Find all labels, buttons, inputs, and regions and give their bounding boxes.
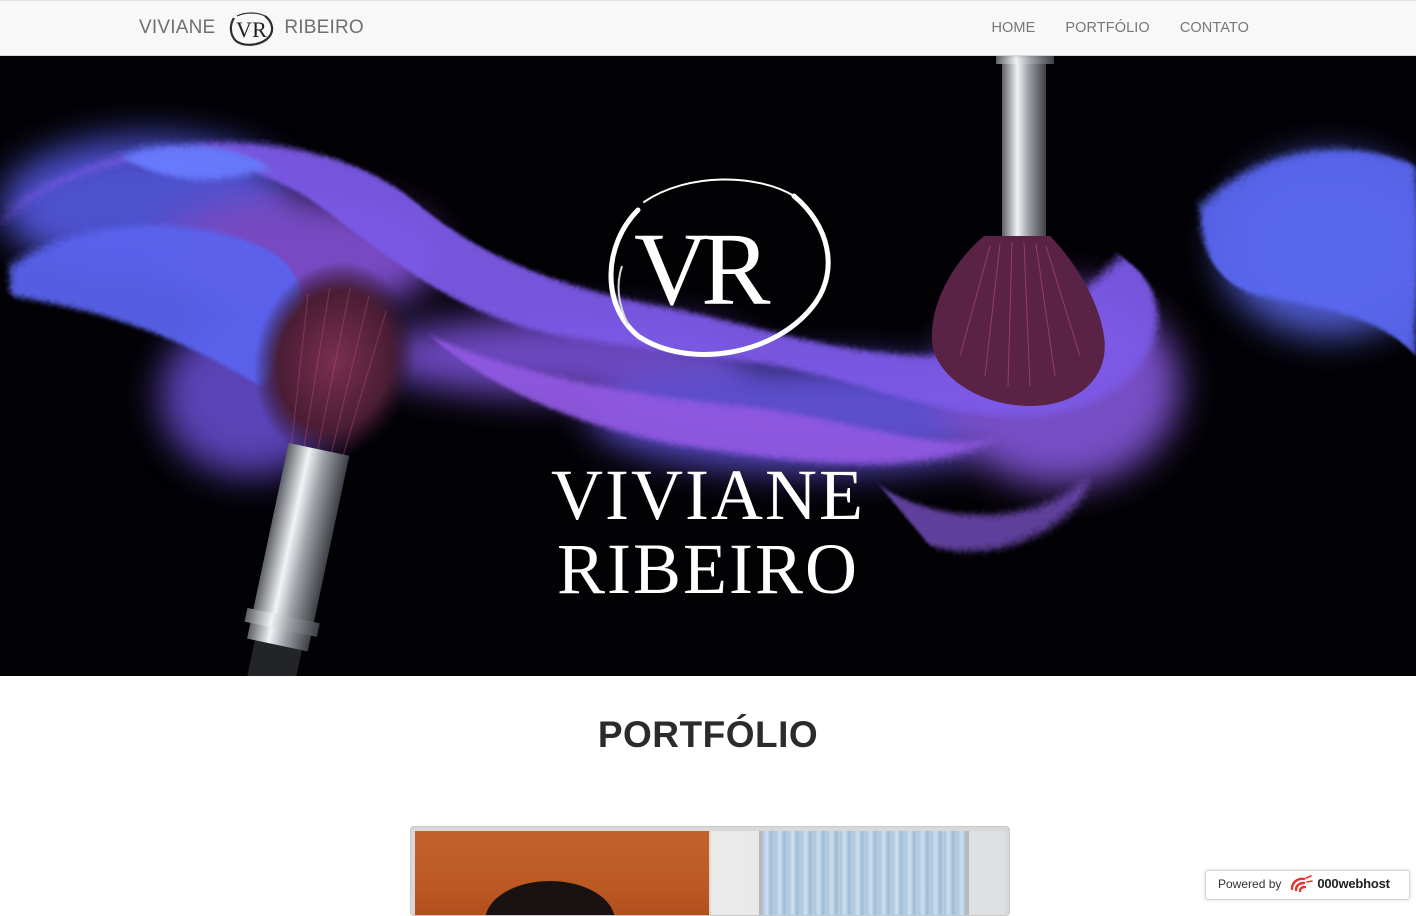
nav-link-home[interactable]: HOME <box>991 20 1035 36</box>
portfolio-image-curtain <box>759 831 969 915</box>
portfolio-image[interactable] <box>415 831 709 915</box>
portfolio-title: PORTFÓLIO <box>597 714 819 755</box>
000webhost-logo-icon <box>1291 874 1314 892</box>
nav-link-contato[interactable]: CONTATO <box>1180 20 1249 36</box>
powered-by-label: Powered by <box>1218 876 1282 891</box>
portfolio-image[interactable] <box>711 831 1005 915</box>
portfolio-image-subject <box>485 881 615 915</box>
hero-name-last: RIBEIRO <box>557 529 859 609</box>
brand-link[interactable]: VIVIANE VR RIBEIRO <box>139 11 364 46</box>
brand-first-name: VIVIANE <box>139 17 216 38</box>
top-navbar: VIVIANE VR RIBEIRO HOME PORTFÓLIO CONTAT… <box>0 0 1416 56</box>
hero-monogram-text: VR <box>634 212 771 327</box>
vr-monogram-large-icon: VR <box>608 178 831 357</box>
hero-banner: VR VIVIANE RIBEIRO <box>0 56 1416 676</box>
powered-by-badge[interactable]: Powered by 000webhost <box>1205 870 1410 900</box>
vr-monogram-icon: VR <box>230 12 274 46</box>
portfolio-gallery <box>410 826 1010 916</box>
right-brush <box>931 56 1105 406</box>
powered-by-host: 000webhost <box>1317 876 1390 891</box>
svg-text:VR: VR <box>236 17 267 42</box>
main-nav: HOME PORTFÓLIO CONTATO <box>991 1 1249 55</box>
brand-last-name: RIBEIRO <box>284 17 364 38</box>
nav-link-portfolio[interactable]: PORTFÓLIO <box>1065 20 1149 36</box>
hero-name-first: VIVIANE <box>551 455 865 535</box>
